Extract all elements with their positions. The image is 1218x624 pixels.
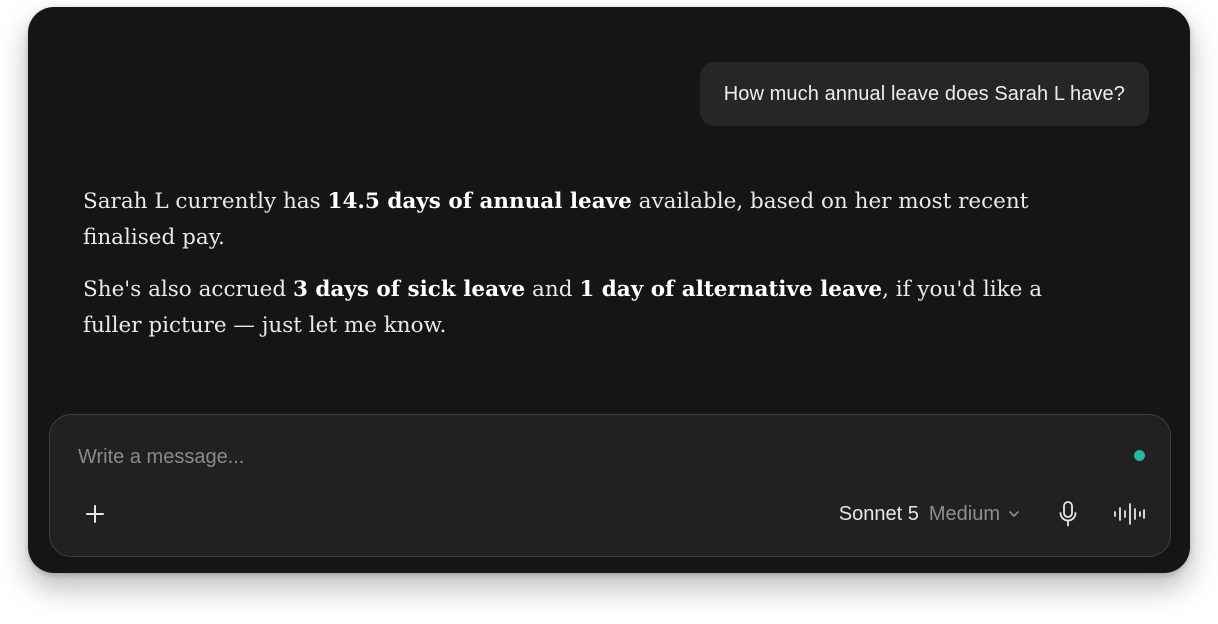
assistant-text: and (525, 277, 580, 302)
assistant-bold-text: 14.5 days of annual leave (327, 189, 632, 214)
assistant-text: She's also accrued (83, 277, 293, 302)
microphone-icon (1059, 501, 1077, 527)
model-name: Sonnet 5 (838, 502, 919, 525)
user-message-text: How much annual leave does Sarah L have? (723, 82, 1125, 105)
voice-mode-button[interactable] (1112, 498, 1146, 530)
waveform-icon (1114, 503, 1145, 525)
status-dot (1134, 450, 1145, 461)
assistant-paragraph-1: Sarah L currently has 14.5 days of annua… (83, 184, 1093, 256)
assistant-bold-text: 1 day of alternative leave (579, 277, 883, 302)
plus-icon (86, 505, 104, 523)
assistant-response: Sarah L currently has 14.5 days of annua… (83, 184, 1093, 360)
assistant-text: Sarah L currently has (83, 189, 328, 214)
microphone-button[interactable] (1054, 498, 1082, 530)
user-message-bubble: How much annual leave does Sarah L have? (699, 62, 1149, 126)
model-effort: Medium (928, 502, 1000, 525)
model-selector[interactable]: Sonnet 5 Medium (839, 499, 1020, 529)
assistant-bold-text: 3 days of sick leave (292, 277, 526, 302)
message-composer: Sonnet 5 Medium (49, 414, 1171, 557)
chat-window: How much annual leave does Sarah L have?… (28, 7, 1190, 573)
assistant-paragraph-2: She's also accrued 3 days of sick leave … (83, 272, 1093, 344)
add-attachment-button[interactable] (80, 499, 110, 529)
chevron-down-icon (1008, 508, 1020, 520)
message-input[interactable] (78, 439, 1058, 475)
